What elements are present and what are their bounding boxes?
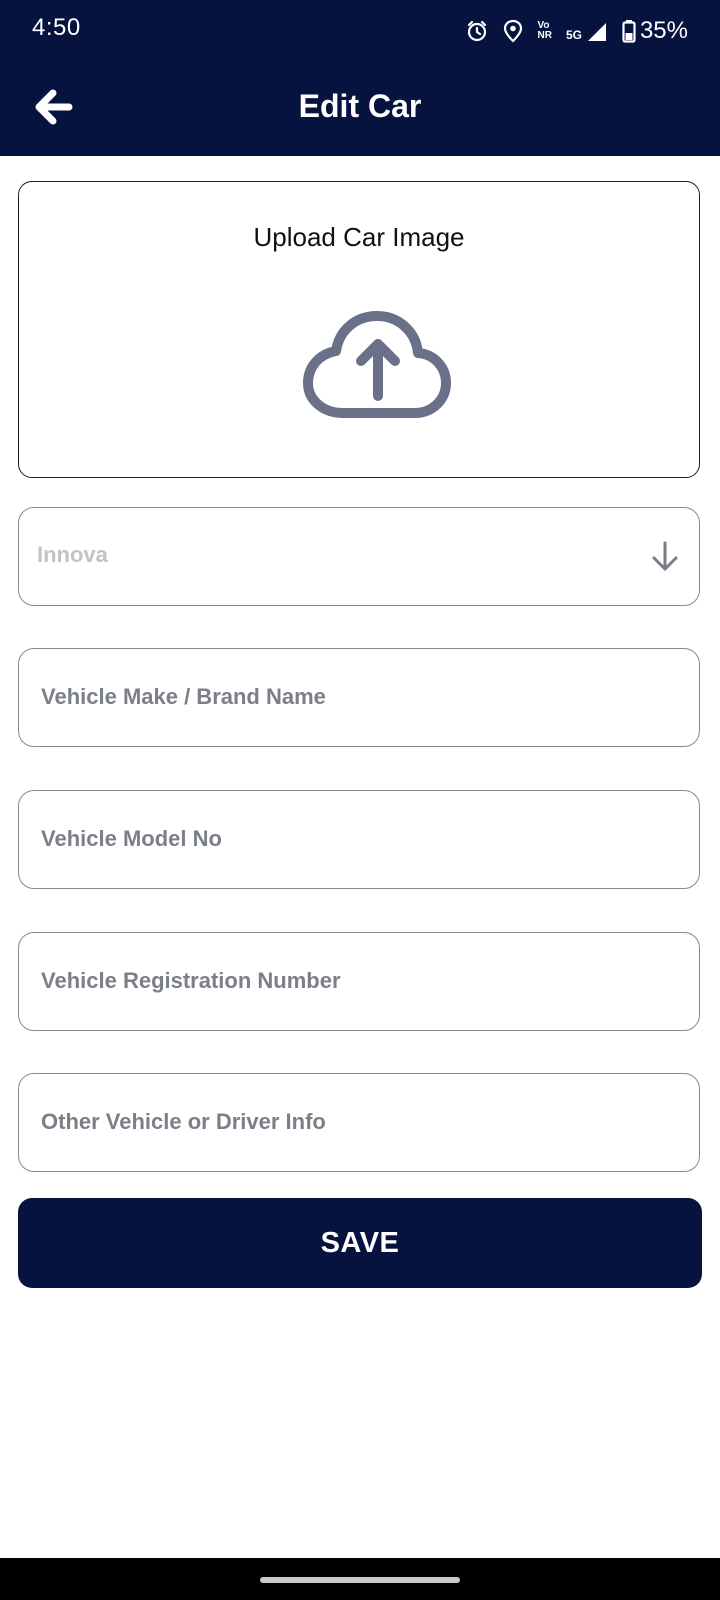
home-indicator[interactable] [260,1577,460,1583]
arrow-down-icon [649,540,681,579]
status-time: 4:50 [32,14,81,41]
system-nav-bar [0,1558,720,1600]
location-icon [503,19,523,43]
network-label: Vo NR [537,20,552,41]
signal-icon [586,19,608,43]
network-type: 5G [565,28,582,42]
vehicle-model-input[interactable] [41,791,661,887]
vehicle-registration-field [18,932,700,1031]
vehicle-registration-input[interactable] [41,933,661,1029]
app-bar: Edit Car [0,62,720,156]
other-info-input[interactable] [41,1074,661,1170]
vehicle-make-field [18,648,700,747]
vehicle-make-input[interactable] [41,649,661,745]
save-button[interactable]: SAVE [18,1198,702,1288]
status-bar: 4:50 Vo NR 5G 35% [0,0,720,62]
page-title: Edit Car [298,88,422,124]
car-type-value: Innova [37,542,108,567]
upload-title: Upload Car Image [253,222,465,252]
battery-icon [622,19,636,43]
upload-car-image-area[interactable]: Upload Car Image [18,181,700,478]
status-icons: Vo NR 5G 35% [465,16,688,46]
other-info-field [18,1073,700,1172]
car-type-select[interactable]: Innova [18,507,700,606]
alarm-icon [465,19,489,43]
cloud-upload-icon [303,306,453,427]
battery-percent: 35% [639,17,688,44]
vehicle-model-field [18,790,700,889]
battery-indicator: 35% [622,17,688,45]
